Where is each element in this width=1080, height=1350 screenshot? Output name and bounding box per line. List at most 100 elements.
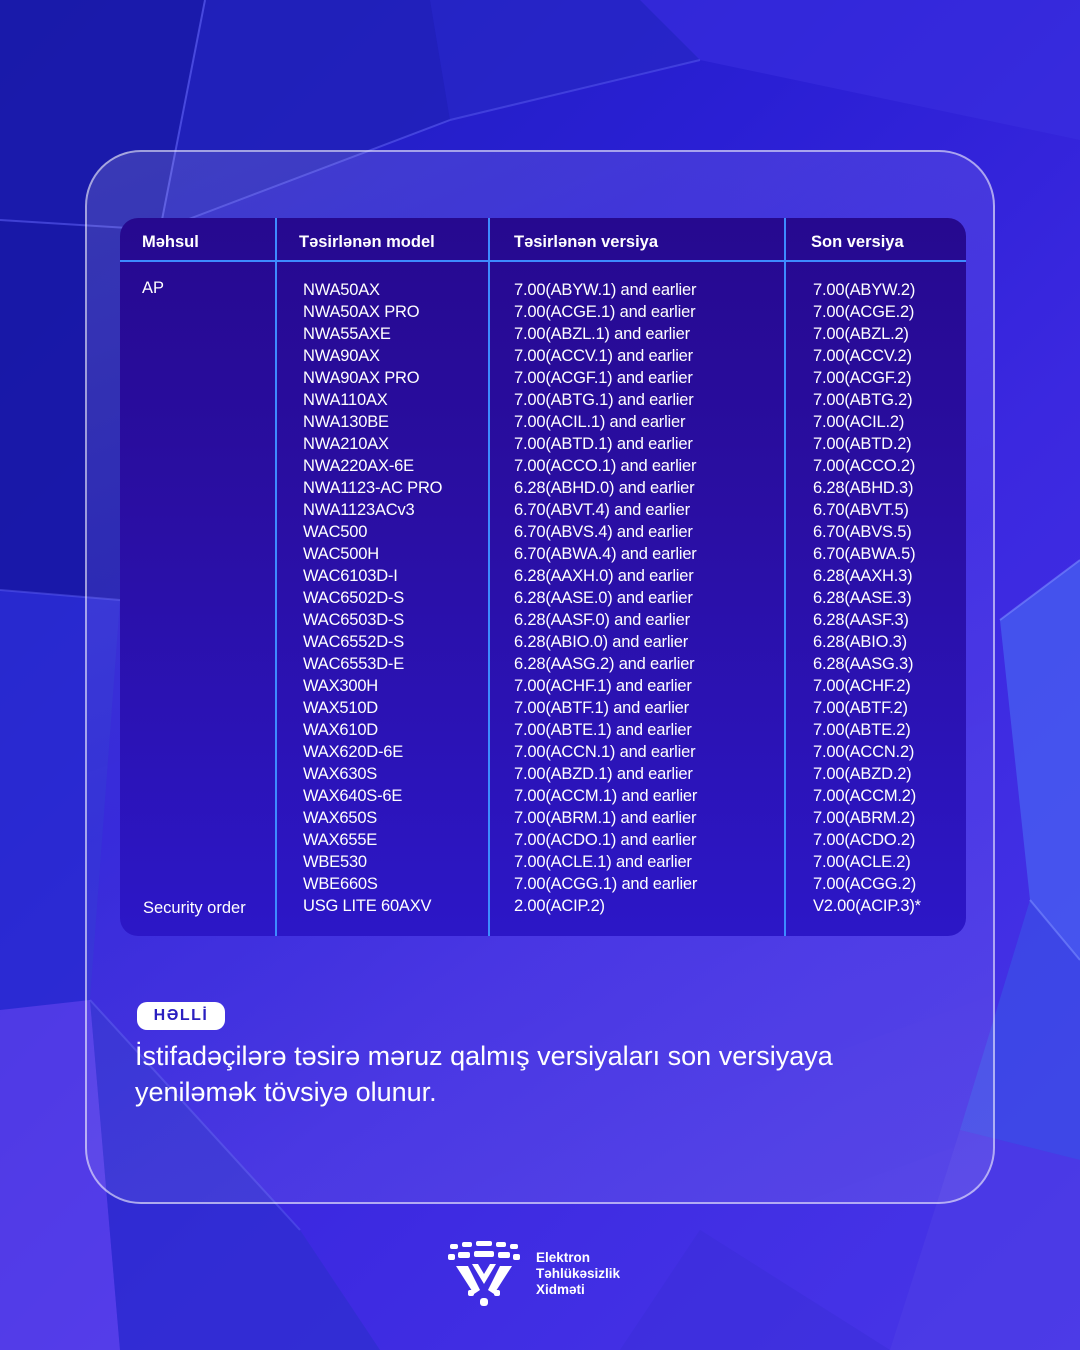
table-cell-latest-version: 7.00(ABYW.2) [813,281,916,299]
table-cell-affected-version: 7.00(ABTF.1) and earlier [514,699,689,717]
table-cell-affected-version: 7.00(ACGF.1) and earlier [514,369,693,387]
table-cell-affected-version: 7.00(ACDO.1) and earlier [514,831,697,849]
table-cell-latest-version: 7.00(ABTD.2) [813,435,912,453]
table-cell-latest-version: 7.00(ABTE.2) [813,721,911,739]
table-cell-affected-version: 7.00(ACHF.1) and earlier [514,677,692,695]
table-cell-model: WAC6552D-S [303,633,405,651]
solution-badge: HƏLLİ [137,1002,225,1030]
table-cell-latest-version: V2.00(ACIP.3)* [813,897,921,915]
category-security-order: Security order [143,899,246,917]
model-column: NWA50AX NWA50AX PRO NWA55AXE NWA90AX NWA90AX… [303,279,443,917]
table-cell-affected-version: 7.00(ABYW.1) and earlier [514,281,697,299]
column-divider [488,218,490,936]
header-product: Məhsul [142,233,199,251]
table-cell-model: WAX610D [303,721,379,739]
table-cell-affected-version: 6.28(AAXH.0) and earlier [514,567,694,585]
table-cell-model: NWA110AX [303,391,388,409]
category-ap: AP [142,279,165,297]
table-cell-model: WBE660S [303,875,378,893]
table-cell-latest-version: 6.28(AAXH.3) [813,567,913,585]
header-divider [120,260,966,262]
table-cell-model: WAC500 [303,523,368,541]
table-cell-model: NWA50AX [303,281,380,299]
table-cell-latest-version: 7.00(ACHF.2) [813,677,911,695]
table-cell-latest-version: 6.28(ABHD.3) [813,479,914,497]
table-cell-affected-version: 7.00(ABTE.1) and earlier [514,721,692,739]
table-cell-latest-version: 7.00(ABTG.2) [813,391,913,409]
table-cell-affected-version: 7.00(ABTG.1) and earlier [514,391,694,409]
table-cell-affected-version: 2.00(ACIP.2) [514,897,605,915]
table-cell-model: NWA1123ACv3 [303,501,415,519]
table-cell-latest-version: 6.70(ABVS.5) [813,523,912,541]
table-cell-latest-version: 6.70(ABWA.5) [813,545,916,563]
table-cell-affected-version: 7.00(ACLE.1) and earlier [514,853,692,871]
table-cell-model: USG LITE 60AXV [303,897,432,915]
table-cell-latest-version: 6.28(AASE.3) [813,589,912,607]
table-cell-latest-version: 7.00(ABRM.2) [813,809,916,827]
table-cell-model: NWA55AXE [303,325,391,343]
table-cell-model: WAX630S [303,765,378,783]
table-cell-affected-version: 7.00(ACIL.1) and earlier [514,413,686,431]
table-cell-affected-version: 7.00(ACGG.1) and earlier [514,875,698,893]
table-cell-model: WAC6103D-I [303,567,398,585]
table-cell-model: NWA220AX-6E [303,457,414,475]
table-cell-model: WBE530 [303,853,367,871]
table-cell-model: NWA90AX [303,347,380,365]
column-divider [275,218,277,936]
table-cell-latest-version: 6.28(AASF.3) [813,611,909,629]
table-cell-affected-version: 7.00(ACCN.1) and earlier [514,743,696,761]
table-cell-model: WAC6553D-E [303,655,405,673]
table-cell-model: NWA130BE [303,413,389,431]
column-divider [784,218,786,936]
table-cell-affected-version: 6.28(AASE.0) and earlier [514,589,693,607]
table-cell-model: WAX655E [303,831,378,849]
table-cell-affected-version: 7.00(ABRM.1) and earlier [514,809,697,827]
table-cell-model: WAX620D-6E [303,743,404,761]
table-cell-latest-version: 7.00(ACDO.2) [813,831,916,849]
table-cell-latest-version: 7.00(ACGG.2) [813,875,917,893]
solution-text: İstifadəçilərə təsirə məruz qalmış versi… [135,1041,833,1107]
table-cell-latest-version: 7.00(ACCM.2) [813,787,917,805]
table-cell-model: NWA50AX PRO [303,303,420,321]
table-cell-model: WAX510D [303,699,379,717]
table-cell-latest-version: 6.28(AASG.3) [813,655,914,673]
table-cell-latest-version: 7.00(ACGF.2) [813,369,912,387]
table-cell-affected-version: 6.28(AASF.0) and earlier [514,611,690,629]
latest-version-column: 7.00(ABYW.2) 7.00(ACGE.2) 7.00(ABZL.2) 7.00… [813,279,921,917]
table-cell-latest-version: 7.00(ACCO.2) [813,457,916,475]
header-latest-version: Son versiya [811,233,904,251]
table-cell-affected-version: 7.00(ABTD.1) and earlier [514,435,693,453]
table-cell-affected-version: 6.28(ABIO.0) and earlier [514,633,689,651]
table-cell-latest-version: 7.00(ACCV.2) [813,347,912,365]
table-cell-affected-version: 6.70(ABVT.4) and earlier [514,501,690,519]
table-cell-model: WAC6502D-S [303,589,405,607]
table-cell-model: WAX640S-6E [303,787,403,805]
table-cell-latest-version: 7.00(ABZD.2) [813,765,912,783]
table-cell-model: WAX300H [303,677,379,695]
header-affected-model: Təsirlənən model [299,233,435,251]
table-cell-affected-version: 6.28(AASG.2) and earlier [514,655,695,673]
versions-table: Məhsul Təsirlənən model Təsirlənən versi… [120,218,966,936]
table-cell-affected-version: 6.28(ABHD.0) and earlier [514,479,695,497]
table-cell-affected-version: 7.00(ACCO.1) and earlier [514,457,697,475]
table-cell-model: WAC500H [303,545,379,563]
table-cell-latest-version: 7.00(ACGE.2) [813,303,915,321]
table-cell-model: NWA90AX PRO [303,369,420,387]
org-name: Elektron Təhlükəsizlik Xidməti [536,1250,620,1298]
table-cell-latest-version: 7.00(ABZL.2) [813,325,909,343]
table-cell-latest-version: 6.70(ABVT.5) [813,501,909,519]
table-cell-affected-version: 7.00(ABZL.1) and earlier [514,325,690,343]
header-affected-version: Təsirlənən versiya [514,233,659,251]
table-cell-latest-version: 7.00(ACLE.2) [813,853,911,871]
table-cell-latest-version: 7.00(ABTF.2) [813,699,908,717]
table-cell-affected-version: 7.00(ACCM.1) and earlier [514,787,698,805]
table-cell-latest-version: 7.00(ACCN.2) [813,743,915,761]
table-cell-model: NWA1123-AC PRO [303,479,443,497]
table-cell-affected-version: 7.00(ACGE.1) and earlier [514,303,696,321]
table-cell-model: WAX650S [303,809,378,827]
org-name-line3: Xidməti [536,1282,585,1297]
table-cell-model: WAC6503D-S [303,611,405,629]
table-cell-model: NWA210AX [303,435,389,453]
table-cell-affected-version: 6.70(ABWA.4) and earlier [514,545,697,563]
org-name-line2: Təhlükəsizlik [536,1266,621,1281]
